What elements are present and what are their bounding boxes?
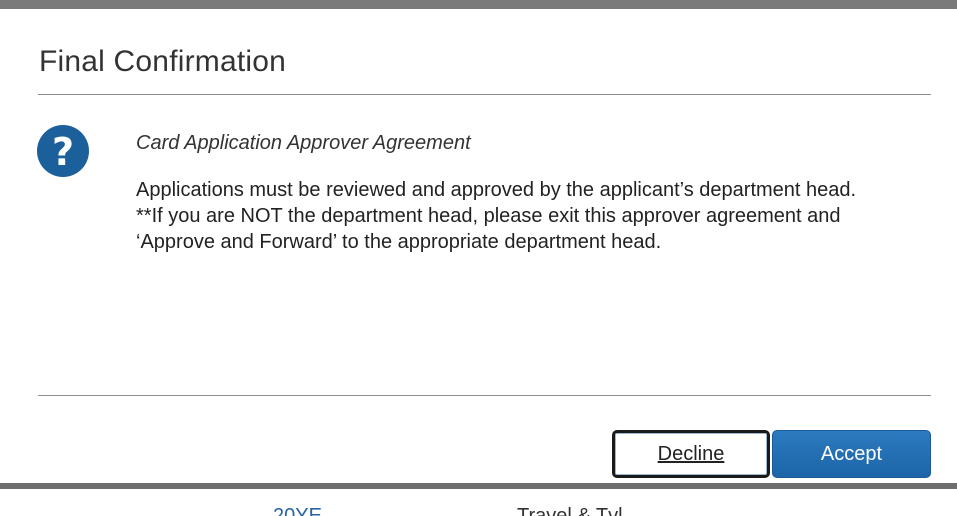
dialog-bottom-border xyxy=(0,483,957,489)
footer-divider xyxy=(38,395,931,396)
accept-button-label: Accept xyxy=(820,442,883,465)
accept-button[interactable]: Accept xyxy=(772,430,931,478)
background-page-strip: 20YE Travel & Tvl xyxy=(0,483,957,516)
agreement-paragraph-2: **If you are NOT the department head, pl… xyxy=(136,205,841,253)
question-icon: ? xyxy=(37,125,89,177)
agreement-subtitle: Card Application Approver Agreement xyxy=(136,132,471,154)
window-top-border xyxy=(0,0,957,9)
title-divider xyxy=(38,94,931,95)
background-text: Travel & Tvl xyxy=(517,505,623,516)
agreement-body: Applications must be reviewed and approv… xyxy=(136,177,876,255)
decline-button[interactable]: Decline xyxy=(612,430,770,478)
decline-button-label: Decline xyxy=(657,442,725,465)
agreement-paragraph-1: Applications must be reviewed and approv… xyxy=(136,179,857,201)
dialog-title: Final Confirmation xyxy=(39,45,287,78)
final-confirmation-dialog: Final Confirmation ? Card Application Ap… xyxy=(0,9,957,483)
background-link: 20YE xyxy=(273,505,322,516)
question-glyph: ? xyxy=(51,129,75,174)
